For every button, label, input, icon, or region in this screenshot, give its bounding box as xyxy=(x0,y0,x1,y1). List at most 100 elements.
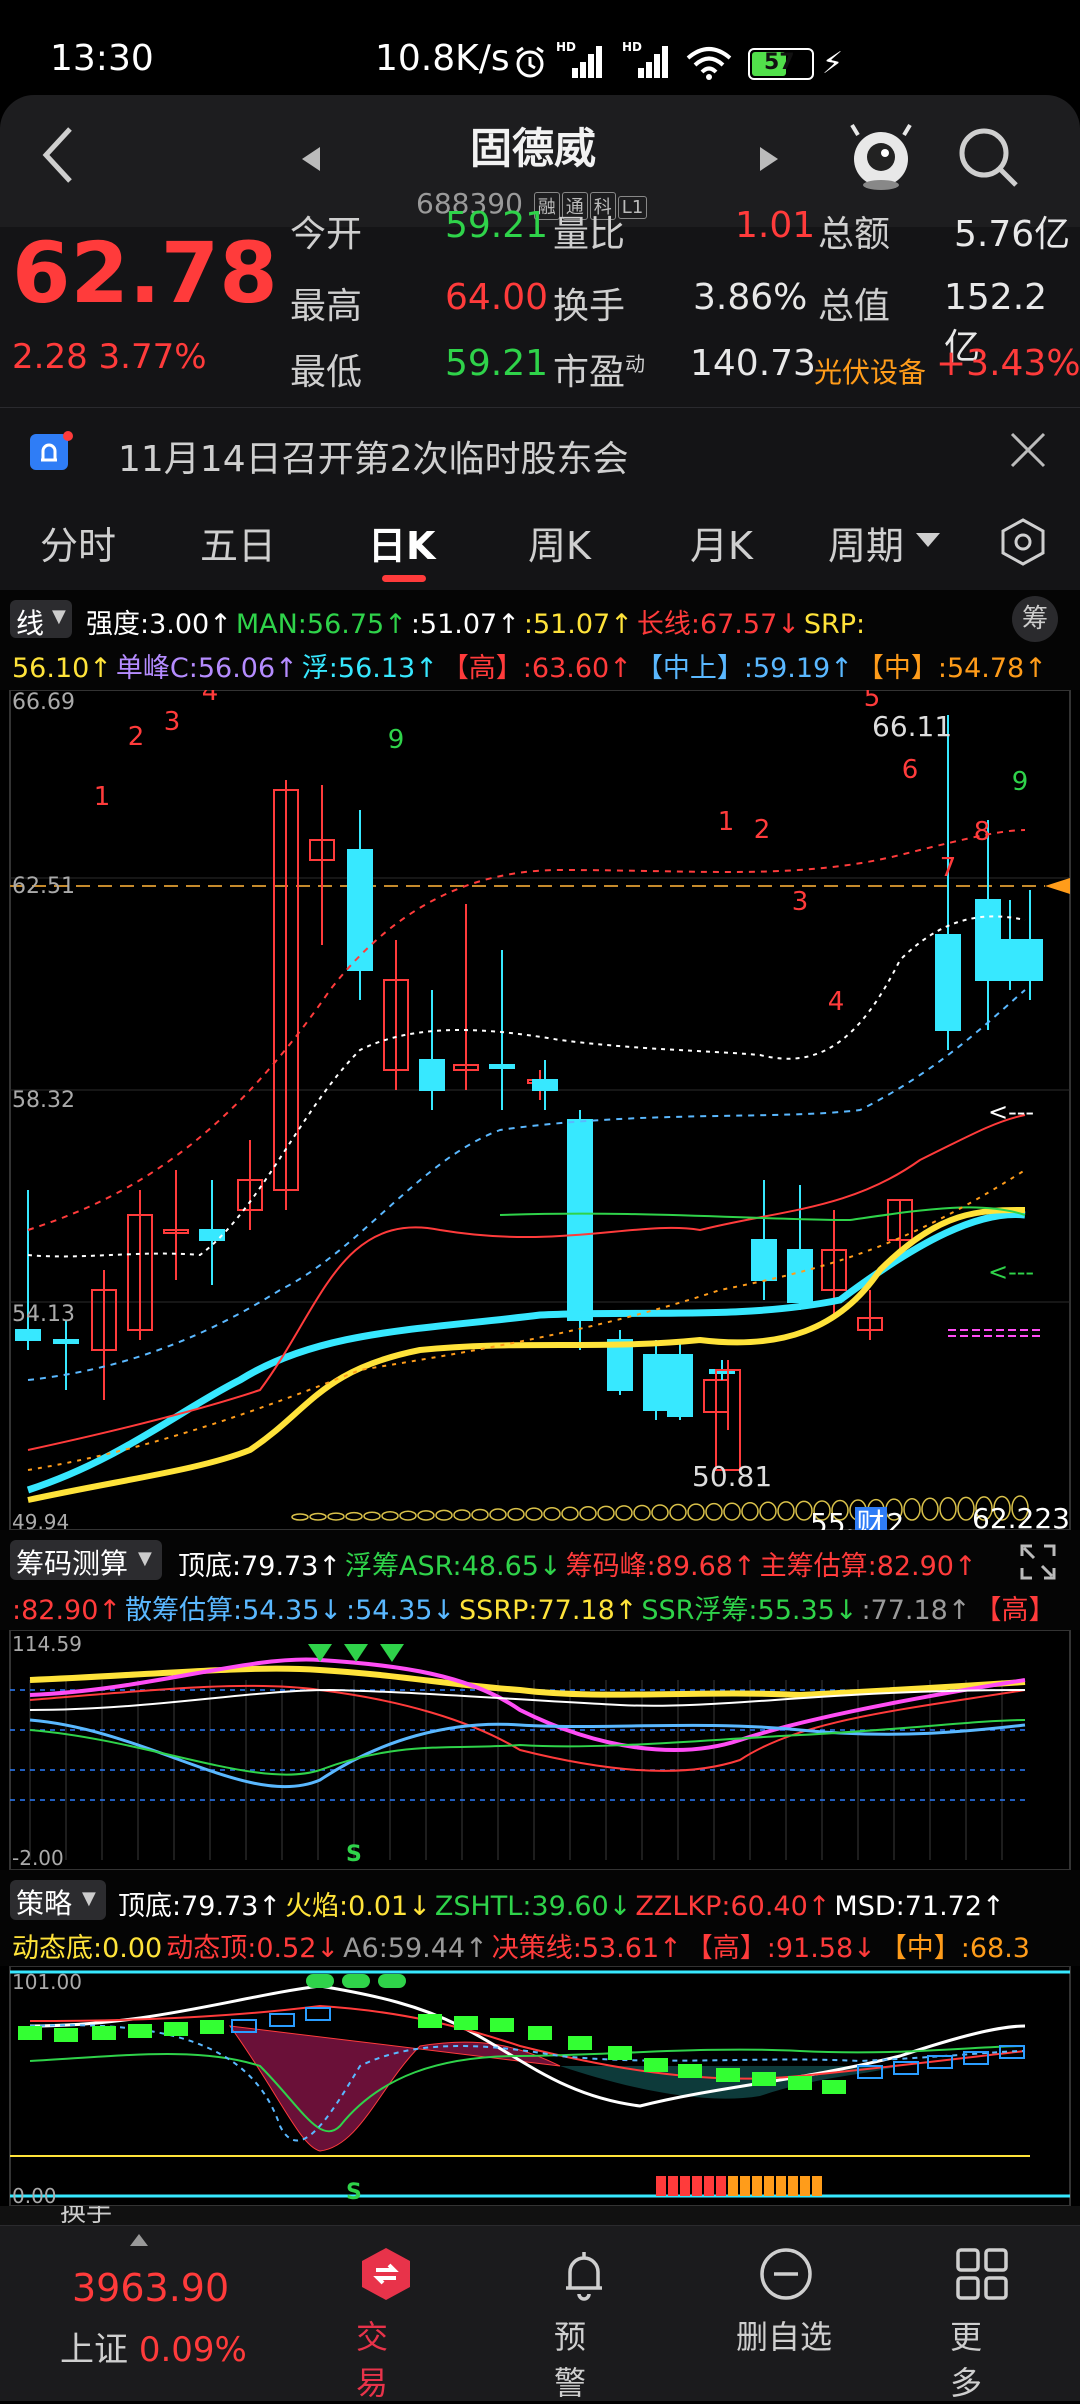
tab-five-day[interactable]: 五日 xyxy=(200,515,276,570)
td-count-label: 3 xyxy=(164,707,181,737)
flame-bar xyxy=(716,2176,726,2196)
settings-hex-icon[interactable] xyxy=(998,517,1048,571)
chip-indicator-chart[interactable]: 114.59 -2.00 S xyxy=(0,1630,1080,1870)
back-icon[interactable] xyxy=(38,125,78,189)
status-bar: 13:30 10.8K/s HD HD 57 ⚡ xyxy=(0,0,1080,95)
signal-block xyxy=(454,2016,478,2030)
chip-ribbon-mark xyxy=(669,1503,687,1521)
signal-block xyxy=(678,2064,702,2078)
chip-ribbon-mark xyxy=(345,1511,363,1521)
alert-nav-item[interactable]: 预警 xyxy=(554,2246,612,2402)
ma-line xyxy=(27,1114,1026,1451)
expand-icon[interactable] xyxy=(1018,1542,1058,1586)
prev-stock-icon[interactable] xyxy=(300,145,322,177)
value-open: 59.21 xyxy=(445,205,549,246)
strategy-indicator-chart[interactable]: 101.00 0.00 S xyxy=(0,1966,1080,2208)
kline-chart[interactable]: 123456789123456789 66.69 62.51 58.32 54.… xyxy=(0,690,1080,1540)
tab-intraday[interactable]: 分时 xyxy=(40,515,116,570)
notice-bar[interactable]: 11月14日召开第2次临时股东会 xyxy=(0,407,1080,497)
indicator-line xyxy=(29,1984,1026,2108)
chip-ribbon-mark xyxy=(651,1504,669,1521)
flame-bar xyxy=(680,2176,690,2196)
more-nav-item[interactable]: 更多 xyxy=(950,2246,1010,2402)
chip-distribution-button[interactable]: 筹 xyxy=(1012,596,1058,642)
indicator-value: :51.07↑ xyxy=(523,609,633,640)
price-change-pct: 3.77% xyxy=(98,337,207,377)
candle-body xyxy=(667,1354,693,1417)
alarm-icon xyxy=(512,44,548,84)
label-pe-text: 市盈 xyxy=(553,352,626,393)
search-icon[interactable] xyxy=(956,125,1022,195)
signal-block xyxy=(164,2022,188,2036)
signal-hd-label-2: HD xyxy=(622,40,643,54)
chevron-down-icon: ▼ xyxy=(82,1888,96,1909)
grid-more-icon xyxy=(956,2248,1008,2300)
chip-indicator-line2: :82.90↑ 散筹估算:54.35↓:54.35↓ SSRP:77.18↑ SSR浮… xyxy=(12,1588,1059,1627)
indicator-line xyxy=(29,1719,1026,1776)
expand-up-icon[interactable] xyxy=(130,2234,148,2246)
status-net-speed: 10.8K/s xyxy=(375,38,510,79)
remove-watchlist-nav-item[interactable]: 删自选 xyxy=(736,2246,832,2356)
tab-daily-k[interactable]: 日K xyxy=(368,515,435,570)
signal-block-outline xyxy=(305,2007,331,2021)
chip-ribbon-mark xyxy=(543,1506,561,1521)
main-indicator-line1: 强度:3.00↑ MAN:56.75↑:51.07↑:51.07↑ 长线:67.57… xyxy=(86,602,869,641)
flame-bar xyxy=(812,2176,822,2196)
sector-name[interactable]: 光伏设备 xyxy=(814,351,926,391)
y-label-3: 58.32 xyxy=(12,1088,75,1113)
indicator-value: 【中】:68.3 xyxy=(879,1933,1030,1964)
label-low: 最低 xyxy=(290,352,363,393)
nav-label-remove-watchlist: 删自选 xyxy=(736,2318,833,2356)
signal-icon-2: HD xyxy=(622,40,670,84)
value-low: 59.21 xyxy=(445,343,549,384)
main-indicator-line2: 56.10↑ 单峰C:56.06↑ 浮:56.13↑ 【高】:63.60↑ 【中上】:5… xyxy=(12,646,1051,685)
signal-block xyxy=(788,2076,812,2090)
quote-panel: 62.78 2.28 3.77% 今开 59.21 量比 1.01 总额 5.7… xyxy=(0,205,1080,407)
td-count-label: 1 xyxy=(94,782,111,812)
tab-monthly-k[interactable]: 月K xyxy=(690,515,753,570)
indicator-value: 强度:3.00↑ xyxy=(86,609,232,640)
tab-weekly-k[interactable]: 周K xyxy=(528,515,591,570)
candle-body xyxy=(347,849,373,971)
indicator-value: 顶底:79.73↑ xyxy=(118,1891,282,1922)
strategy-signal-marker xyxy=(342,1974,370,1988)
tab-active-indicator xyxy=(382,575,426,582)
tab-period[interactable]: 周期 xyxy=(828,515,904,570)
notice-text: 11月14日召开第2次临时股东会 xyxy=(118,439,629,480)
trade-nav-item[interactable]: 交易 xyxy=(356,2246,414,2402)
wifi-icon xyxy=(686,46,732,84)
chip-ribbon-mark xyxy=(597,1505,615,1521)
indicator-line xyxy=(29,2024,1026,2142)
flame-bar xyxy=(692,2176,702,2196)
chip-ribbon-mark xyxy=(615,1505,633,1521)
candle-body xyxy=(1017,939,1043,981)
ma-line xyxy=(27,915,1026,1258)
chip-ribbon-mark xyxy=(705,1502,723,1521)
assistant-mascot-icon[interactable] xyxy=(848,121,914,195)
indicator-value: 【高】:63.60↑ xyxy=(441,653,632,684)
strategy-indicator-line2: 动态底:0.00 动态顶:0.52↓ A6:59.44↑ 决策线:53.61↑ 【高】:… xyxy=(12,1926,1034,1965)
signal-block xyxy=(608,2046,632,2060)
flame-bar xyxy=(656,2176,666,2196)
td-count-label: 8 xyxy=(974,817,991,847)
nav-label-trade: 交易 xyxy=(356,2318,389,2402)
period-tabs: 分时 五日 日K 周K 月K 周期 xyxy=(0,495,1080,590)
chip-ribbon-mark xyxy=(939,1497,957,1521)
signal-block xyxy=(644,2058,668,2072)
index-value[interactable]: 3963.90 xyxy=(72,2266,229,2310)
signal-block xyxy=(822,2080,846,2094)
td-count-label: 3 xyxy=(792,887,809,917)
nav-label-more: 更多 xyxy=(950,2318,983,2402)
indicator-value: 【中】:54.78↑ xyxy=(856,653,1047,684)
low-price-label: 50.81 xyxy=(692,1460,773,1493)
arrow-label-green: <--- xyxy=(988,1258,1035,1286)
indicator-value: 浮筹ASR:48.65↓ xyxy=(345,1551,562,1582)
main-indicator-selector[interactable]: 线 ▼ xyxy=(10,600,72,640)
value-high: 64.00 xyxy=(445,277,549,318)
ma-line xyxy=(26,1210,1026,1494)
chip-indicator-selector[interactable]: 筹码测算 ▼ xyxy=(10,1540,162,1580)
value-pe: 140.73 xyxy=(690,343,816,384)
close-icon[interactable] xyxy=(1008,430,1048,474)
next-stock-icon[interactable] xyxy=(758,145,780,177)
strategy-indicator-selector[interactable]: 策略 ▼ xyxy=(10,1880,106,1920)
